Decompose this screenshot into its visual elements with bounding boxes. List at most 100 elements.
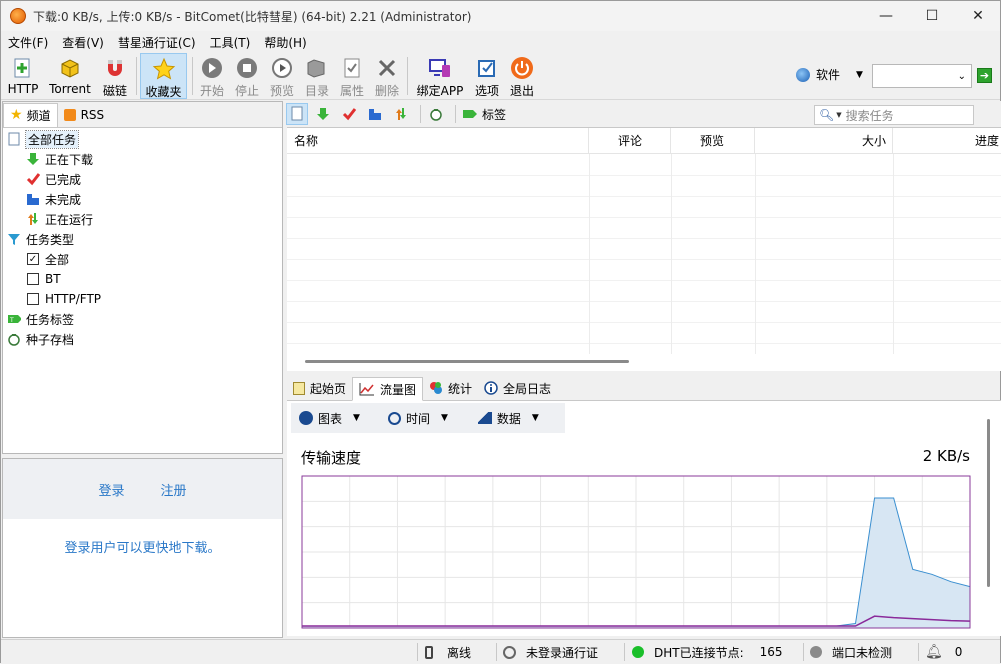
filter-running-button[interactable] (390, 103, 412, 125)
menu-tools[interactable]: 工具(T) (203, 34, 258, 51)
column-progress[interactable]: 进度 (893, 128, 1001, 154)
data-type-dropdown[interactable]: 数据 ▼ (470, 403, 547, 433)
tree-item-type-bt[interactable]: BT (7, 269, 282, 289)
favorites-button[interactable]: 收藏夹 (140, 53, 187, 99)
software-menu[interactable]: 软件 ▼ (796, 66, 863, 83)
column-size[interactable]: 大小 (755, 128, 893, 154)
software-combobox[interactable]: ⌄ (872, 64, 972, 88)
star-icon: ★ (10, 107, 23, 123)
time-range-dropdown[interactable]: 时间 ▼ (380, 403, 456, 433)
toolbar-separator (420, 105, 421, 123)
tree-item-all-tasks[interactable]: 全部任务 (7, 129, 282, 149)
minimize-button[interactable]: — (863, 1, 909, 31)
title-bar: 下载:0 KB/s, 上传:0 KB/s - BitComet(比特彗星) (6… (1, 1, 1000, 31)
line-chart-icon (359, 383, 375, 396)
start-button[interactable]: 开始 (197, 53, 227, 99)
bind-app-button[interactable]: 绑定APP (413, 53, 467, 99)
exit-button[interactable]: 退出 (506, 53, 538, 99)
register-link[interactable]: 注册 (161, 480, 187, 499)
stop-button[interactable]: 停止 (232, 53, 262, 99)
options-button[interactable]: 选项 (471, 53, 503, 99)
archive-icon (430, 109, 442, 121)
left-tabs: ★ 频道 RSS (3, 102, 282, 128)
filter-incomplete-button[interactable] (364, 103, 386, 125)
menu-passport[interactable]: 彗星通行证(C) (111, 34, 203, 51)
port-status[interactable]: 端口未检测 (810, 640, 892, 664)
task-tree: 全部任务 正在下载 已完成 未完成 正在运行 任务类型 ✓ 全部 BT HTTP… (3, 128, 282, 349)
tree-item-running[interactable]: 正在运行 (7, 209, 282, 229)
menu-help[interactable]: 帮助(H) (257, 34, 313, 51)
menu-file[interactable]: 文件(F) (1, 34, 55, 51)
phone-icon (425, 645, 433, 659)
open-torrent-button[interactable]: Torrent (46, 53, 94, 99)
bind-app-icon (428, 56, 452, 80)
chevron-down-icon: ▼ (440, 413, 448, 423)
tree-item-completed[interactable]: 已完成 (7, 169, 282, 189)
menu-view[interactable]: 查看(V) (55, 34, 111, 51)
tab-statistics[interactable]: 统计 (423, 376, 478, 400)
preview-button[interactable]: 预览 (267, 53, 297, 99)
checkbox-unchecked[interactable] (26, 272, 40, 286)
filter-downloading-button[interactable] (312, 103, 334, 125)
directory-button[interactable]: 目录 (302, 53, 332, 99)
torrent-icon (58, 56, 82, 80)
status-dot-green-icon (632, 646, 644, 658)
main-window: 下载:0 KB/s, 上传:0 KB/s - BitComet(比特彗星) (6… (0, 0, 1001, 663)
bell-icon: 🔔︎ (925, 644, 943, 660)
arrow-down-icon (317, 108, 329, 120)
delete-icon (375, 56, 399, 80)
vertical-scrollbar[interactable] (987, 419, 990, 587)
preview-icon (270, 56, 294, 80)
go-arrow-button[interactable]: ➔ (977, 68, 992, 83)
maximize-button[interactable]: ☐ (909, 1, 955, 31)
play-icon (200, 56, 224, 80)
chevron-down-icon: ⌄ (957, 70, 966, 82)
tree-item-incomplete[interactable]: 未完成 (7, 189, 282, 209)
tab-channel[interactable]: ★ 频道 (3, 102, 58, 127)
filter-all-button[interactable] (286, 103, 308, 125)
column-comment[interactable]: 评论 (589, 128, 671, 154)
bottom-tabs: 起始页 流量图 统计 全局日志 (287, 375, 1001, 401)
tab-start-page[interactable]: 起始页 (287, 376, 352, 400)
power-icon (510, 56, 534, 80)
toolbar-separator (192, 57, 193, 95)
alerts-status[interactable]: 🔔︎ 0 (925, 640, 962, 664)
connection-status[interactable]: 离线 (425, 640, 471, 664)
tab-global-log[interactable]: 全局日志 (478, 376, 557, 400)
properties-button[interactable]: 属性 (337, 53, 367, 99)
checkbox-unchecked[interactable] (26, 292, 40, 306)
checkbox-checked[interactable]: ✓ (26, 252, 40, 266)
page-icon (291, 106, 303, 121)
dht-status[interactable]: DHT已连接节点: 165 (632, 640, 783, 664)
close-button[interactable]: ✕ (955, 1, 1001, 31)
new-http-button[interactable]: HTTP (5, 53, 41, 99)
tree-item-task-tags[interactable]: T 任务标签 (7, 309, 282, 329)
tab-traffic-graph[interactable]: 流量图 (352, 377, 424, 401)
column-name[interactable]: 名称 (287, 128, 589, 154)
tree-item-task-types[interactable]: 任务类型 (7, 229, 282, 249)
tag-icon: T (7, 312, 21, 326)
star-icon (152, 57, 176, 81)
tree-item-type-all[interactable]: ✓ 全部 (7, 249, 282, 269)
tags-button[interactable]: 标签 (460, 103, 508, 125)
chart-type-dropdown[interactable]: 图表 ▼ (291, 403, 368, 433)
graph-title: 传输速度 (301, 449, 362, 467)
chevron-down-icon: ▼ (531, 413, 539, 423)
task-list[interactable]: 名称 评论 预览 大小 进度 (287, 127, 1001, 371)
filter-completed-button[interactable] (338, 103, 360, 125)
passport-status[interactable]: 未登录通行证 (503, 640, 598, 664)
login-promo-text[interactable]: 登录用户可以更快地下载。 (3, 537, 282, 556)
login-link[interactable]: 登录 (98, 480, 124, 499)
tree-item-downloading[interactable]: 正在下载 (7, 149, 282, 169)
tree-item-type-http[interactable]: HTTP/FTP (7, 289, 282, 309)
column-preview[interactable]: 预览 (671, 128, 755, 154)
archive-button[interactable] (425, 103, 447, 125)
magnet-button[interactable]: 磁链 (98, 53, 132, 99)
task-toolbar: 标签 🔍︎ ▼ 搜索任务 (286, 101, 1001, 127)
tree-item-torrent-archive[interactable]: 种子存档 (7, 329, 282, 349)
tab-rss[interactable]: RSS (58, 103, 111, 127)
task-search-input[interactable]: 🔍︎ ▼ 搜索任务 (814, 105, 974, 125)
chevron-down-icon: ▼ (856, 69, 863, 80)
delete-button[interactable]: 删除 (372, 53, 402, 99)
horizontal-scrollbar[interactable] (305, 360, 629, 363)
